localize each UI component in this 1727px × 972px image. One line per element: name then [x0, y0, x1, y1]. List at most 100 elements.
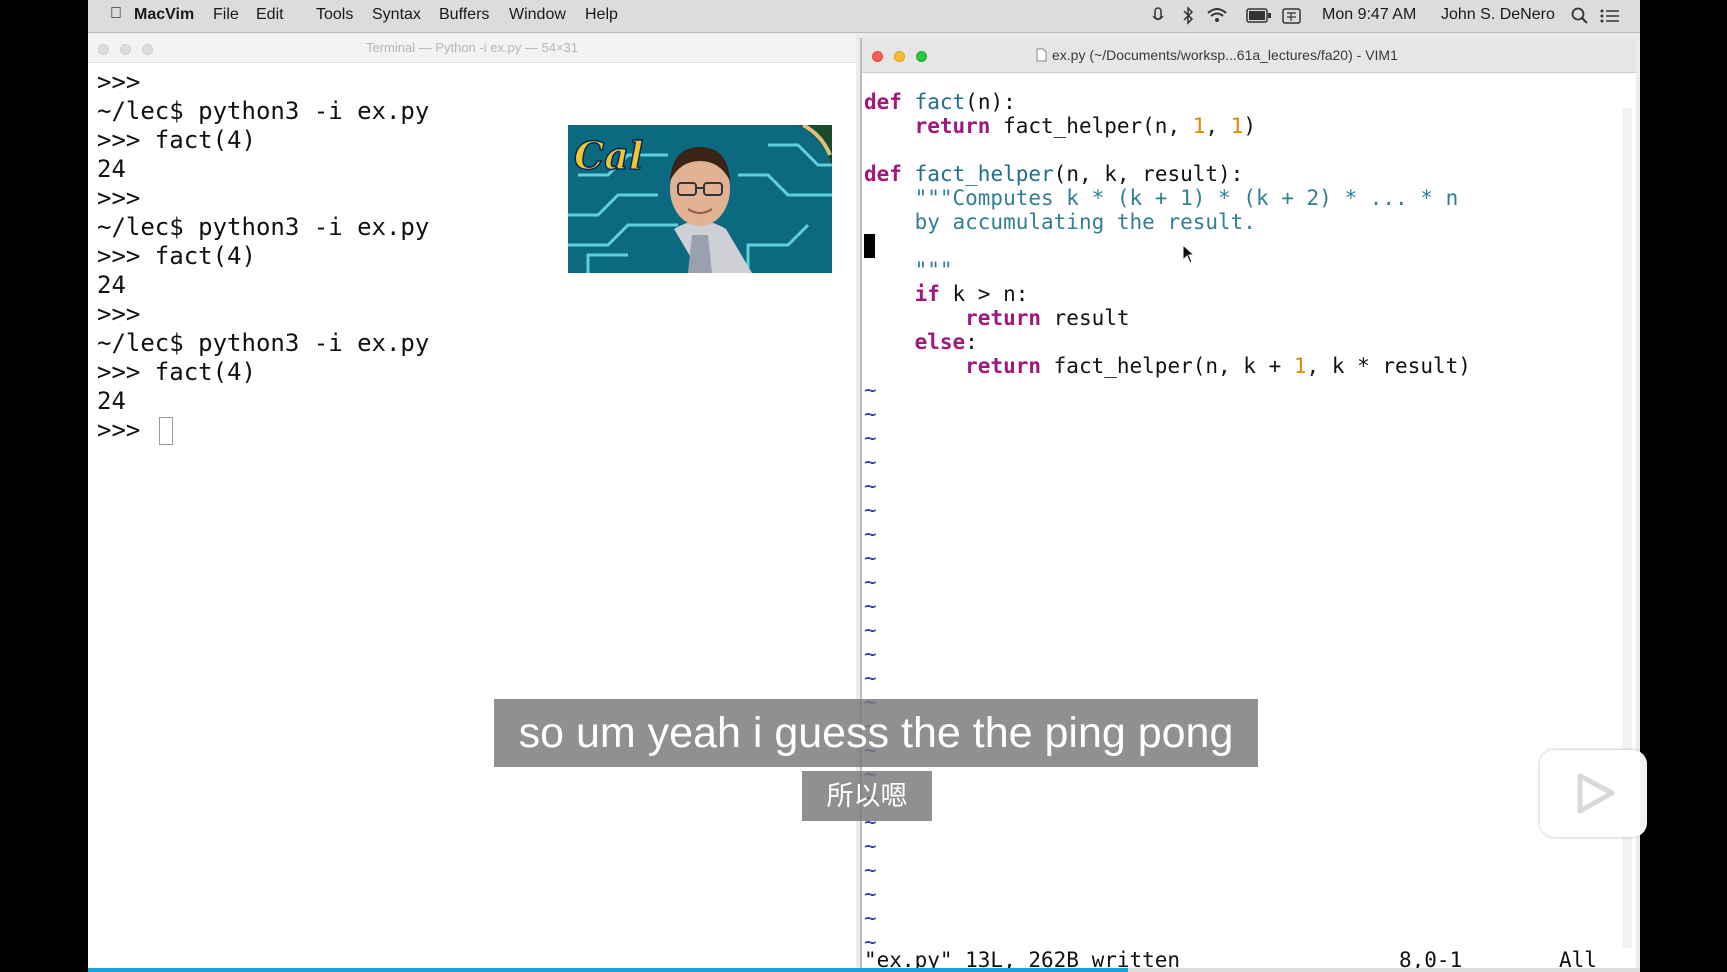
keyword-return: return [965, 306, 1042, 330]
number-literal: 1 [1230, 114, 1244, 138]
apple-icon[interactable]:  [110, 5, 122, 23]
video-progress-fill [88, 968, 1128, 972]
keyword-return: return [914, 114, 991, 138]
tilde-marker: ~ [864, 522, 877, 546]
terminal-line: ~/lec$ python3 -i ex.py [97, 213, 430, 241]
tilde-marker: ~ [864, 546, 877, 570]
code-line-cursor [864, 234, 1471, 258]
code-text: fact_helper(n, [990, 114, 1193, 138]
number-literal: 1 [1293, 354, 1307, 378]
menu-item-syntax[interactable]: Syntax [372, 6, 421, 24]
vim-editor[interactable]: def fact(n): return fact_helper(n, 1, 1)… [864, 90, 1471, 954]
play-icon [1577, 773, 1615, 814]
keyword-return: return [965, 354, 1042, 378]
keyword-def: def [864, 162, 902, 186]
tilde-marker: ~ [864, 858, 877, 882]
tilde-marker: ~ [864, 570, 877, 594]
tilde-marker: ~ [864, 666, 877, 690]
menu-item-tools[interactable]: Tools [316, 6, 353, 24]
vim-cursor [864, 234, 875, 258]
code-line: return result [864, 306, 1471, 330]
terminal-line: 24 [97, 155, 126, 183]
mouse-pointer-icon [1182, 244, 1196, 264]
code-text: ) [1243, 114, 1256, 138]
bluetooth-icon[interactable] [1182, 6, 1194, 25]
tilde-marker: ~ [864, 618, 877, 642]
keyword-else: else [914, 330, 966, 354]
vim-title-bar[interactable]: ex.py (~/Documents/worksp...61a_lectures… [862, 38, 1636, 73]
minimize-button[interactable] [894, 51, 905, 62]
tilde-marker: ~ [864, 498, 877, 522]
screen:  MacVim File Edit Tools Syntax Buffers … [88, 0, 1640, 972]
webcam-overlay: Cal [568, 125, 832, 273]
terminal-line: >>> fact(4) [97, 358, 256, 386]
tilde-marker: ~ [864, 450, 877, 474]
close-button[interactable] [872, 51, 883, 62]
code-line: """Computes k * (k + 1) * (k + 2) * ... … [864, 186, 1471, 210]
docstring: """ [914, 258, 953, 282]
notification-center-icon[interactable] [1600, 8, 1620, 24]
code-text: : [965, 330, 978, 354]
microphone-icon[interactable] [1152, 7, 1164, 25]
tilde-marker: ~ [864, 834, 877, 858]
terminal-window[interactable]: Terminal — Python -i ex.py — 54×31 >>> ~… [88, 34, 856, 972]
video-progress-bar[interactable] [88, 968, 1640, 972]
terminal-line: 24 [97, 387, 126, 415]
terminal-prompt: >>> [97, 416, 141, 444]
terminal-title-bar[interactable]: Terminal — Python -i ex.py — 54×31 [88, 34, 856, 63]
play-button[interactable] [1540, 750, 1647, 837]
number-literal: 1 [1192, 114, 1206, 138]
wifi-icon[interactable] [1206, 6, 1228, 24]
code-line: return fact_helper(n, k + 1, k * result) [864, 354, 1471, 378]
terminal-title: Terminal — Python -i ex.py — 54×31 [365, 40, 579, 55]
input-source-icon[interactable] [1282, 8, 1301, 24]
terminal-output[interactable]: >>> ~/lec$ python3 -i ex.py >>> fact(4) … [97, 68, 429, 445]
terminal-line: 24 [97, 271, 126, 299]
tilde-marker: ~ [864, 474, 877, 498]
keyword-def: def [864, 90, 902, 114]
code-text: , [1205, 114, 1231, 138]
tilde-marker: ~ [864, 426, 877, 450]
terminal-prompt-line[interactable]: >>> [97, 416, 429, 445]
terminal-line: ~/lec$ python3 -i ex.py [97, 97, 430, 125]
tilde-marker: ~ [864, 906, 877, 930]
menu-clock[interactable]: Mon 9:47 AM [1322, 6, 1416, 24]
svg-text:Cal: Cal [574, 133, 643, 178]
function-name: fact [914, 90, 966, 114]
vim-window[interactable]: ex.py (~/Documents/worksp...61a_lectures… [860, 38, 1636, 972]
terminal-line: >>> [97, 300, 141, 328]
code-line: return fact_helper(n, 1, 1) [864, 114, 1471, 138]
menu-item-edit[interactable]: Edit [256, 6, 284, 24]
terminal-cursor [158, 417, 173, 445]
menu-item-buffers[interactable]: Buffers [439, 6, 489, 24]
document-icon [1036, 48, 1047, 62]
menu-app-name[interactable]: MacVim [134, 6, 194, 24]
code-line: else: [864, 330, 1471, 354]
menu-item-file[interactable]: File [213, 6, 239, 24]
terminal-line: >>> fact(4) [97, 242, 256, 270]
code-text: (n, k, result): [1053, 162, 1244, 186]
terminal-line: >>> [97, 184, 141, 212]
menu-item-help[interactable]: Help [585, 6, 618, 24]
spotlight-search-icon[interactable] [1571, 7, 1589, 25]
code-text: fact_helper(n, k + [1041, 354, 1294, 378]
code-line: def fact_helper(n, k, result): [864, 162, 1471, 186]
zoom-button[interactable] [916, 51, 927, 62]
menu-item-window[interactable]: Window [509, 6, 566, 24]
code-line: """ [864, 258, 1471, 282]
keyword-if: if [914, 282, 940, 306]
menu-user[interactable]: John S. DeNero [1441, 6, 1555, 24]
code-line: def fact(n): [864, 90, 1471, 114]
tilde-marker: ~ [864, 594, 877, 618]
code-text: k > n: [939, 282, 1029, 306]
code-line: if k > n: [864, 282, 1471, 306]
menu-bar:  MacVim File Edit Tools Syntax Buffers … [88, 0, 1640, 33]
battery-icon[interactable] [1246, 8, 1272, 23]
tilde-marker: ~ [864, 378, 877, 402]
docstring: """Computes k * (k + 1) * (k + 2) * ... … [914, 186, 1459, 210]
terminal-line: ~/lec$ python3 -i ex.py [97, 329, 430, 357]
docstring: by accumulating the result. [914, 210, 1256, 234]
subtitle-english: so um yeah i guess the the ping pong [494, 699, 1258, 767]
function-name: fact_helper [914, 162, 1054, 186]
